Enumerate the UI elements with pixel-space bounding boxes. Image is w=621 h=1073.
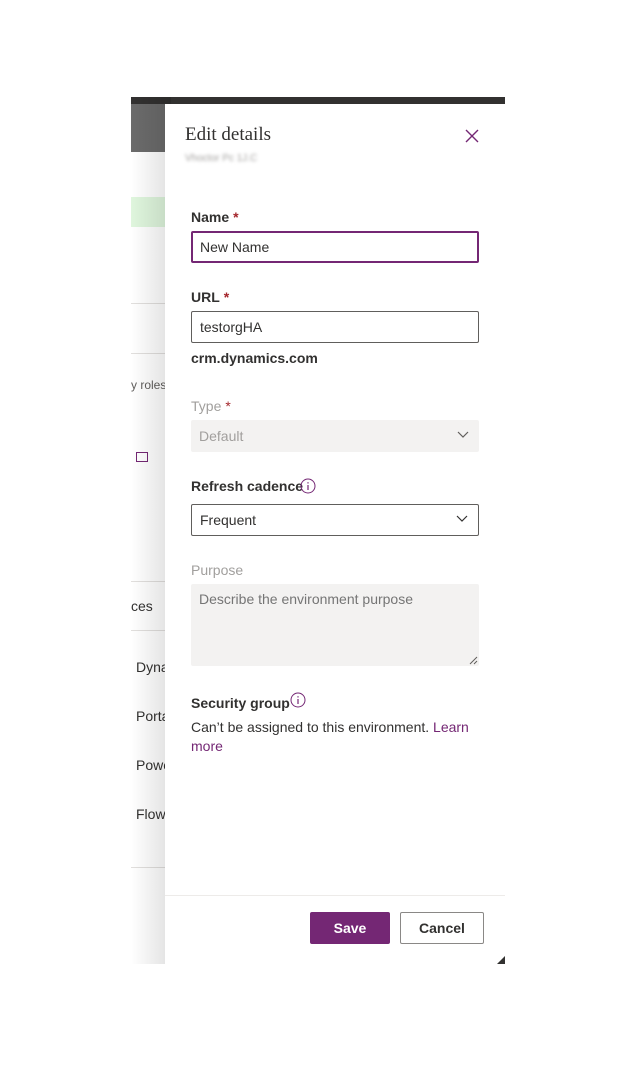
panel-subtitle: Vhoctor Pc 1J.C bbox=[185, 153, 258, 164]
bg-resource-item[interactable]: Flow bbox=[136, 806, 166, 822]
name-label: Name * bbox=[191, 209, 239, 225]
type-dropdown: Default bbox=[191, 420, 479, 452]
security-group-description: Can’t be assigned to this environment. L… bbox=[191, 718, 481, 756]
bg-resource-item[interactable]: Dyna bbox=[136, 659, 169, 675]
refresh-cadence-label-text: Refresh cadence bbox=[191, 478, 304, 494]
type-selected-value: Default bbox=[199, 428, 244, 444]
close-button[interactable] bbox=[463, 127, 481, 145]
panel-corner bbox=[497, 956, 505, 964]
purpose-textarea bbox=[191, 584, 479, 666]
name-input[interactable] bbox=[191, 231, 479, 263]
refresh-cadence-dropdown[interactable]: Frequent bbox=[191, 504, 479, 536]
app-top-bar bbox=[131, 97, 505, 104]
panel-title: Edit details bbox=[185, 124, 272, 145]
chevron-down-icon bbox=[456, 515, 468, 522]
url-label-text: URL bbox=[191, 289, 220, 305]
security-group-description-text: Can’t be assigned to this environment. bbox=[191, 719, 430, 735]
purpose-label: Purpose bbox=[191, 562, 243, 578]
edit-details-panel: Edit details Vhoctor Pc 1J.C Name* URL* … bbox=[165, 104, 505, 964]
purpose-label-text: Purpose bbox=[191, 562, 244, 578]
name-label-text: Name bbox=[191, 209, 230, 225]
resize-grip-icon bbox=[469, 656, 478, 665]
open-external-icon[interactable] bbox=[136, 452, 148, 462]
required-mark: * bbox=[225, 398, 231, 414]
footer-divider bbox=[165, 895, 505, 896]
close-icon bbox=[465, 129, 479, 143]
info-icon[interactable] bbox=[300, 478, 316, 494]
required-mark: * bbox=[233, 209, 239, 225]
chevron-down-icon bbox=[457, 431, 469, 438]
refresh-cadence-label: Refresh cadence bbox=[191, 478, 303, 494]
security-group-label: Security group bbox=[191, 695, 290, 711]
bg-security-roles-text: y roles bbox=[131, 378, 167, 392]
url-label: URL * bbox=[191, 289, 229, 305]
bg-resources-heading: ces bbox=[131, 598, 153, 614]
type-label-text: Type bbox=[191, 398, 222, 414]
url-domain-suffix: crm.dynamics.com bbox=[191, 350, 318, 366]
cancel-button[interactable]: Cancel bbox=[400, 912, 484, 944]
refresh-cadence-selected-value: Frequent bbox=[200, 512, 257, 528]
info-icon[interactable] bbox=[290, 692, 306, 708]
save-button[interactable]: Save bbox=[310, 912, 390, 944]
required-mark: * bbox=[223, 289, 230, 305]
url-input[interactable] bbox=[191, 311, 479, 343]
security-group-label-text: Security group bbox=[191, 695, 290, 711]
type-label: Type * bbox=[191, 398, 231, 414]
